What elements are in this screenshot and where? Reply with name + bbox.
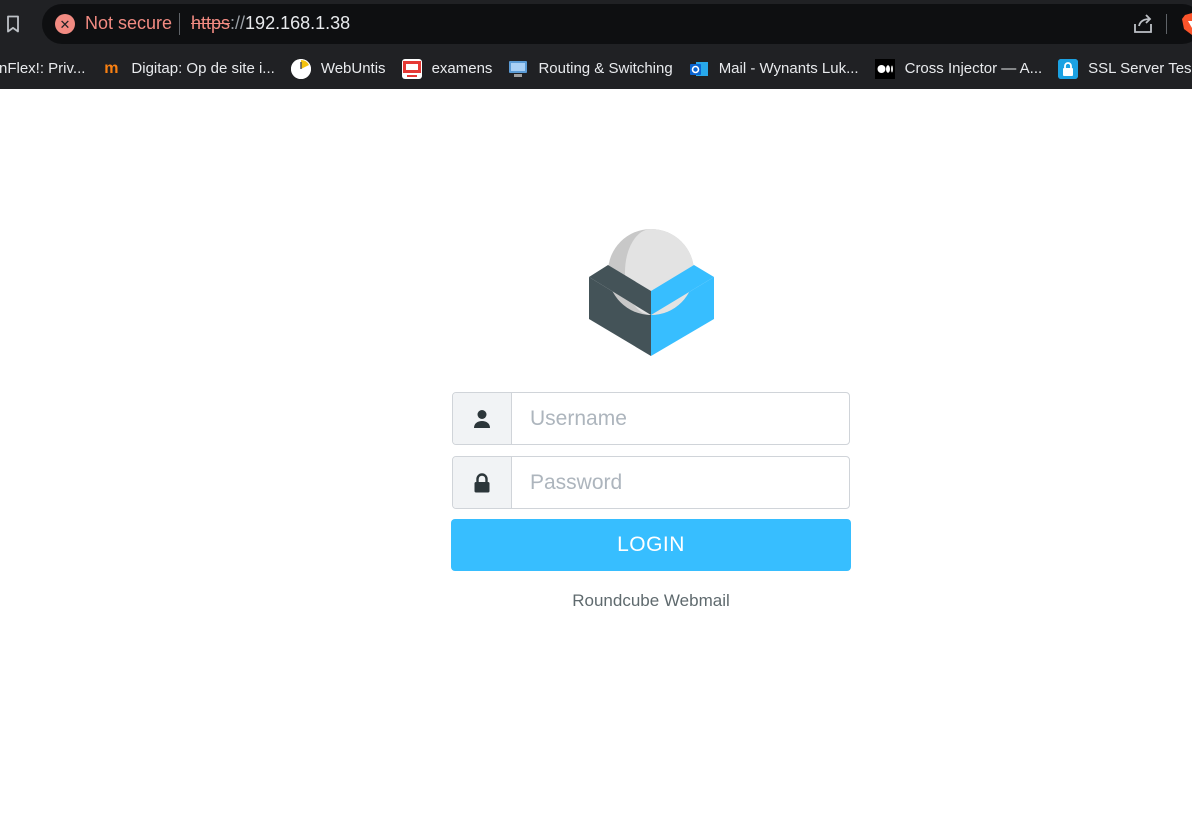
medium-icon [874,58,895,79]
share-icon[interactable] [1132,13,1154,35]
bookmark-item[interactable]: m Digitap: Op de site i... [93,54,282,84]
bookmarks-bar: nFlex!: Priv... m Digitap: Op de site i.… [0,48,1192,89]
moodle-icon: m [104,59,119,77]
examens-icon [401,58,422,79]
omnibox[interactable]: ✕ Not secure https://192.168.1.38 [42,4,1192,44]
security-label[interactable]: Not secure [85,13,172,34]
bookmark-item[interactable]: Mail - Wynants Luk... [681,54,867,84]
monitor-icon [508,59,528,79]
omnibox-separator [179,13,180,35]
url-separator: :// [230,13,246,33]
password-input[interactable] [513,457,849,508]
bookmark-label: WebUntis [320,60,386,77]
login-button[interactable]: LOGIN [451,519,851,571]
bookmark-label: Digitap: Op de site i... [131,60,275,77]
address-bar-row: ✕ Not secure https://192.168.1.38 [0,0,1192,48]
bookmark-item[interactable]: Cross Injector — A... [867,54,1051,84]
bookmark-item[interactable]: examens [394,54,501,84]
username-field-group [452,392,850,445]
omnibox-divider [1166,14,1167,34]
bookmark-label: Cross Injector — A... [904,60,1043,77]
bookmark-icon[interactable] [4,13,22,35]
password-field-group [452,456,850,509]
url-host: 192.168.1.38 [245,13,351,33]
browser-chrome: ✕ Not secure https://192.168.1.38 nFlex!… [0,0,1192,89]
bookmark-label: Routing & Switching [538,60,673,77]
roundcube-logo [588,229,715,356]
bookmark-label: Mail - Wynants Luk... [718,60,859,77]
url-text[interactable]: https://192.168.1.38 [191,13,350,34]
outlook-icon [689,59,709,79]
url-scheme: https [191,13,231,33]
user-icon [453,393,512,444]
bookmark-item[interactable]: SSL Server Tes [1050,54,1192,84]
webuntis-icon [290,58,311,79]
bookmark-label: SSL Server Tes [1088,60,1192,77]
bookmark-item[interactable]: nFlex!: Priv... [0,54,93,84]
bookmark-label: nFlex!: Priv... [0,60,86,77]
bookmark-label: examens [431,60,493,77]
bookmark-item[interactable]: WebUntis [283,54,394,84]
brave-shields-icon[interactable] [1181,12,1192,36]
bookmark-item[interactable]: Routing & Switching [500,54,680,84]
product-name: Roundcube Webmail [572,591,730,610]
lock-icon [453,457,512,508]
username-input[interactable] [513,393,849,444]
not-secure-icon[interactable]: ✕ [55,14,75,34]
ssl-lock-icon [1058,58,1079,79]
